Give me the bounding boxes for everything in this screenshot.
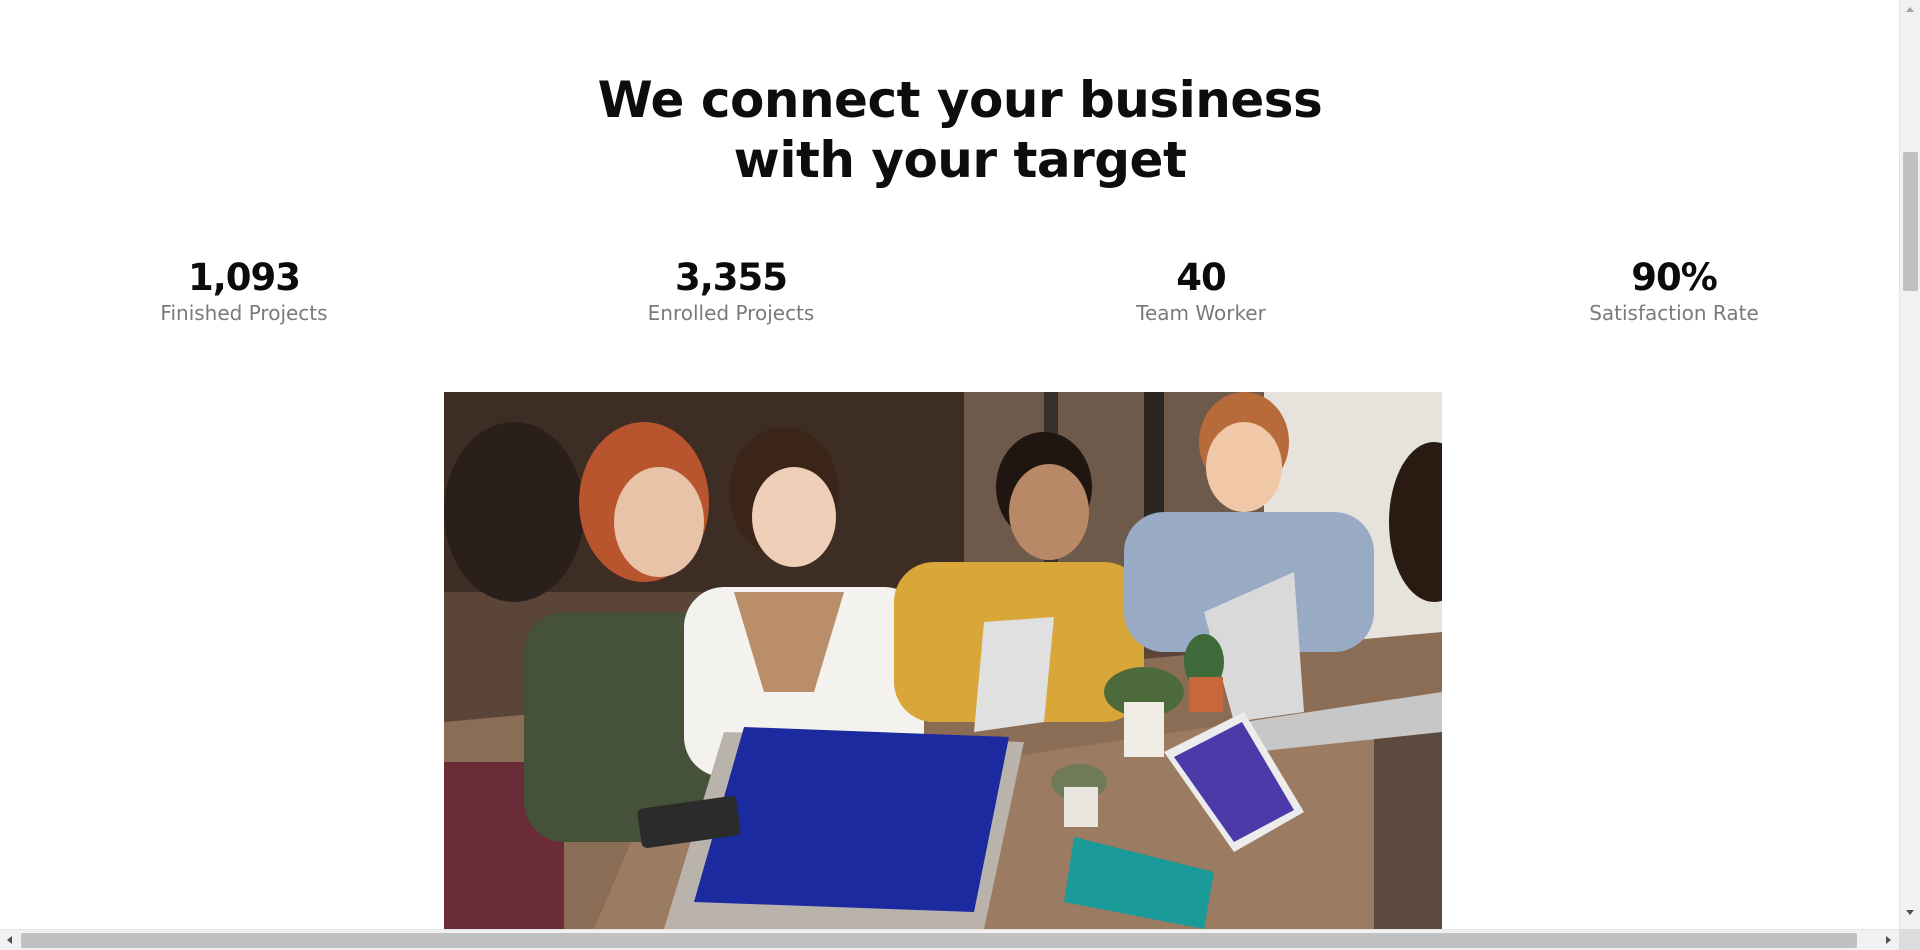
stat-satisfaction-rate: 90% Satisfaction Rate [1534,256,1814,325]
scroll-down-arrow-icon[interactable] [1906,910,1914,915]
photo-illustration [444,392,1442,929]
stat-value: 3,355 [674,256,788,299]
heading-line-1: We connect your business [597,71,1323,129]
scroll-up-arrow-icon[interactable] [1906,7,1914,12]
scroll-left-arrow-icon[interactable] [7,936,12,944]
section-heading: We connect your business with your targe… [0,70,1899,190]
stat-label: Finished Projects [160,301,328,325]
stat-value: 40 [1176,256,1227,299]
stat-label: Enrolled Projects [647,301,815,325]
stat-finished-projects: 1,093 Finished Projects [104,256,384,325]
stat-team-worker: 40 Team Worker [1061,256,1341,325]
page-viewport: We connect your business with your targe… [0,0,1899,929]
scroll-right-arrow-icon[interactable] [1886,936,1891,944]
horizontal-scrollbar[interactable] [0,929,1899,950]
heading-line-2: with your target [733,131,1187,189]
stat-label: Satisfaction Rate [1589,301,1759,325]
stat-value: 1,093 [187,256,301,299]
horizontal-scroll-thumb[interactable] [21,933,1857,948]
team-meeting-photo [444,392,1442,929]
stat-value: 90% [1631,256,1718,299]
stat-label: Team Worker [1136,301,1266,325]
scrollbar-corner [1899,929,1920,950]
stat-enrolled-projects: 3,355 Enrolled Projects [591,256,871,325]
vertical-scroll-thumb[interactable] [1903,152,1918,291]
vertical-scrollbar[interactable] [1899,0,1920,929]
